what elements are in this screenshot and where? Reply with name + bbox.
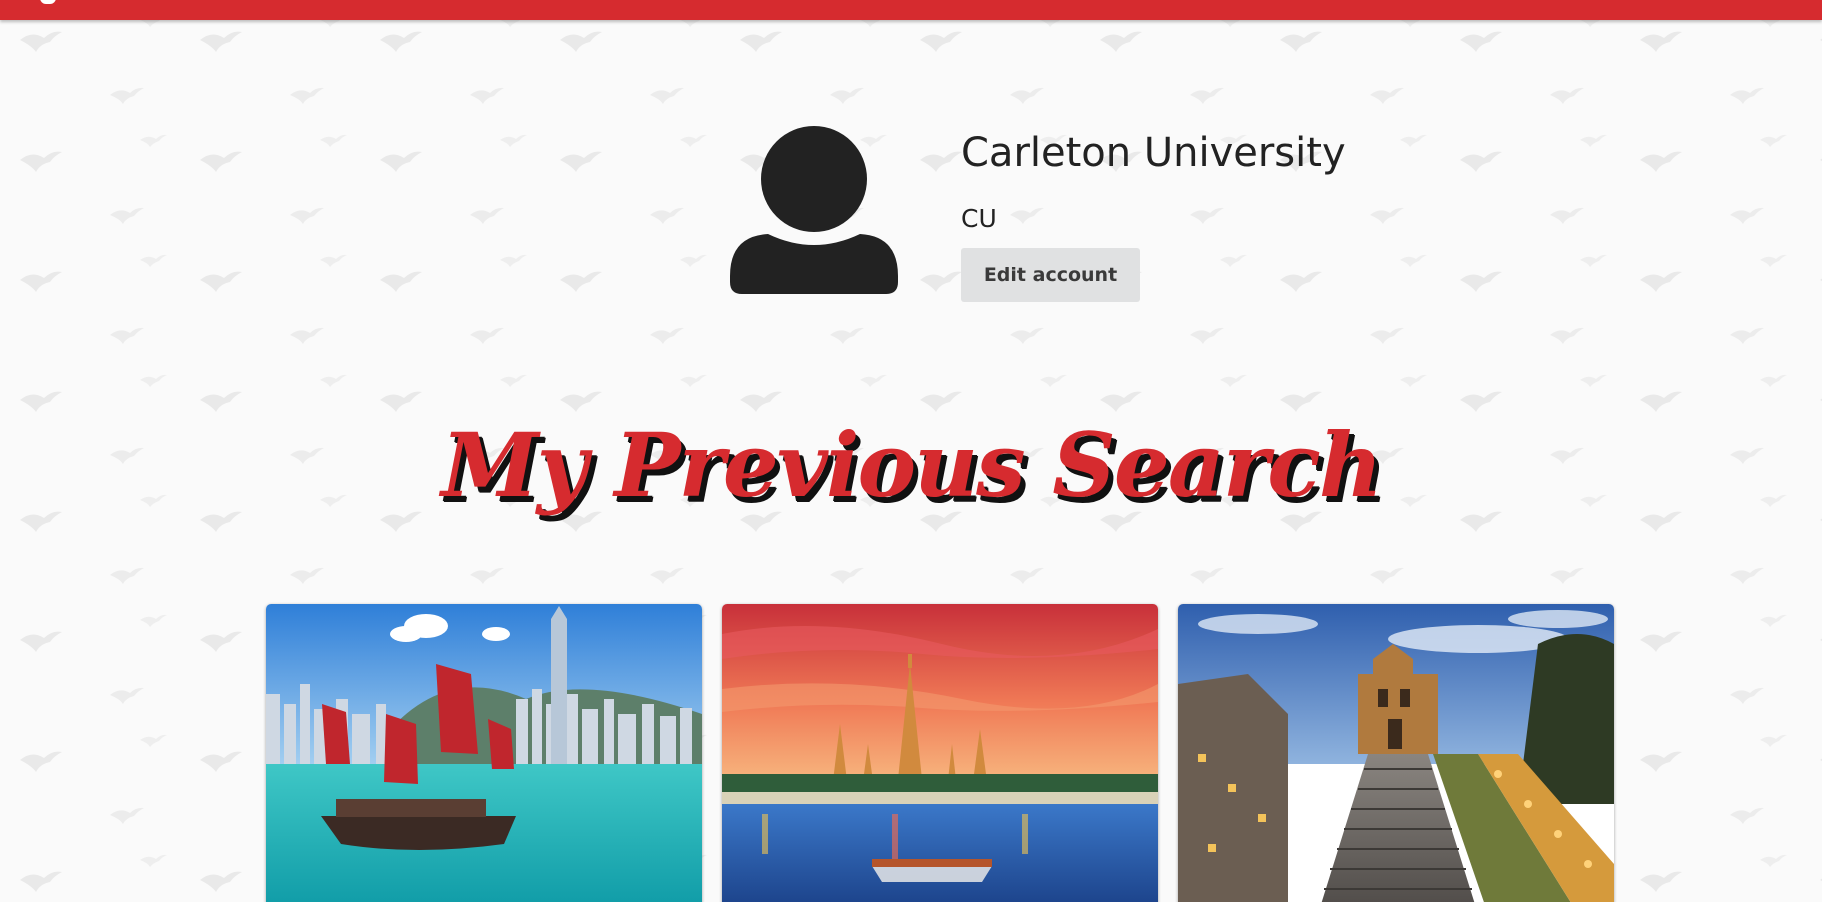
top-navigation-bar [0,0,1822,20]
profile-abbreviation: CU [961,204,997,233]
temple-sunset-image [722,604,1158,902]
search-card[interactable] [266,604,702,902]
search-card[interactable] [722,604,1158,902]
harbour-skyline-image [266,604,702,902]
search-card[interactable] [1178,604,1614,902]
profile-name: Carleton University [961,130,1346,176]
edit-account-button[interactable]: Edit account [961,248,1140,302]
section-title: My Previous Search [441,413,1383,517]
church-ruins-image [1178,604,1614,902]
nav-logo-fragment [40,0,56,4]
profile-info: Carleton University CU Edit account [961,126,1461,302]
user-silhouette-icon [730,126,898,294]
